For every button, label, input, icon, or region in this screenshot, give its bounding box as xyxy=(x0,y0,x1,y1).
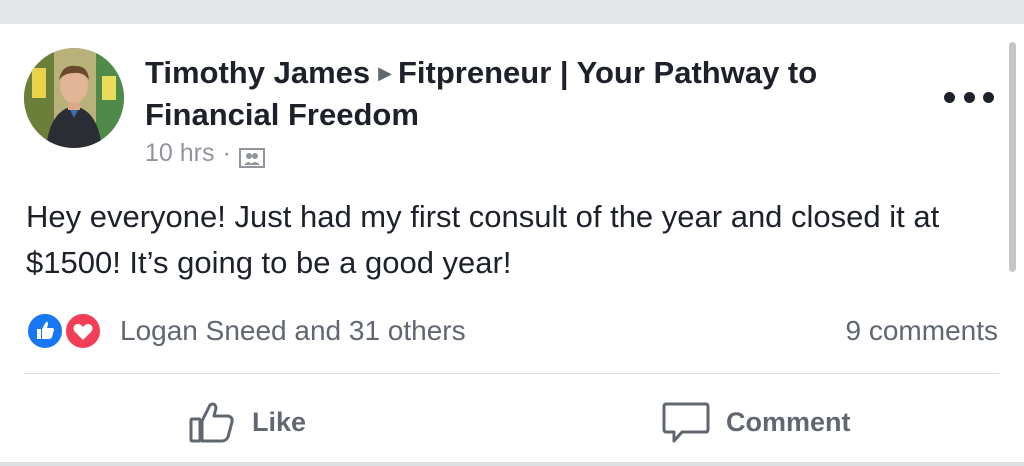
comment-label: Comment xyxy=(726,406,851,437)
bottom-separator xyxy=(0,462,1024,466)
more-dot xyxy=(944,91,955,103)
avatar[interactable] xyxy=(24,48,124,148)
author-name[interactable]: Timothy James xyxy=(145,55,370,90)
reactions-summary[interactable]: Logan Sneed and 31 others xyxy=(26,311,466,351)
more-dot xyxy=(963,91,975,103)
scrollbar[interactable] xyxy=(1009,42,1016,272)
timestamp[interactable]: 10 hrs xyxy=(145,137,214,169)
like-button[interactable]: Like xyxy=(188,394,306,450)
group-icon xyxy=(238,144,265,168)
meta-separator: · xyxy=(222,139,231,167)
divider xyxy=(24,373,999,374)
top-separator xyxy=(0,0,1024,24)
post-meta: 10 hrs · xyxy=(145,137,265,169)
post-header: Timothy James ▶ Fitpreneur | Your Pathway … xyxy=(145,52,935,136)
post-text: Hey everyone! Just had my first consult … xyxy=(26,199,940,280)
love-reaction-icon xyxy=(64,312,102,350)
comment-button[interactable]: Comment xyxy=(662,394,851,450)
reaction-icons xyxy=(26,311,108,351)
avatar-photo xyxy=(24,48,124,148)
comments-count[interactable]: 9 comments xyxy=(846,311,999,351)
like-label: Like xyxy=(252,406,307,437)
shared-to-arrow-icon: ▶ xyxy=(378,63,392,83)
like-reaction-icon xyxy=(26,312,64,350)
speech-bubble-icon xyxy=(662,402,710,443)
thumbs-up-icon xyxy=(189,402,234,443)
more-dot xyxy=(983,91,994,103)
reaction-summary-text[interactable]: Logan Sneed and 31 others xyxy=(120,315,466,347)
post-card: Timothy James ▶ Fitpreneur | Your Pathway … xyxy=(0,24,1024,462)
more-options-icon[interactable] xyxy=(944,82,994,112)
